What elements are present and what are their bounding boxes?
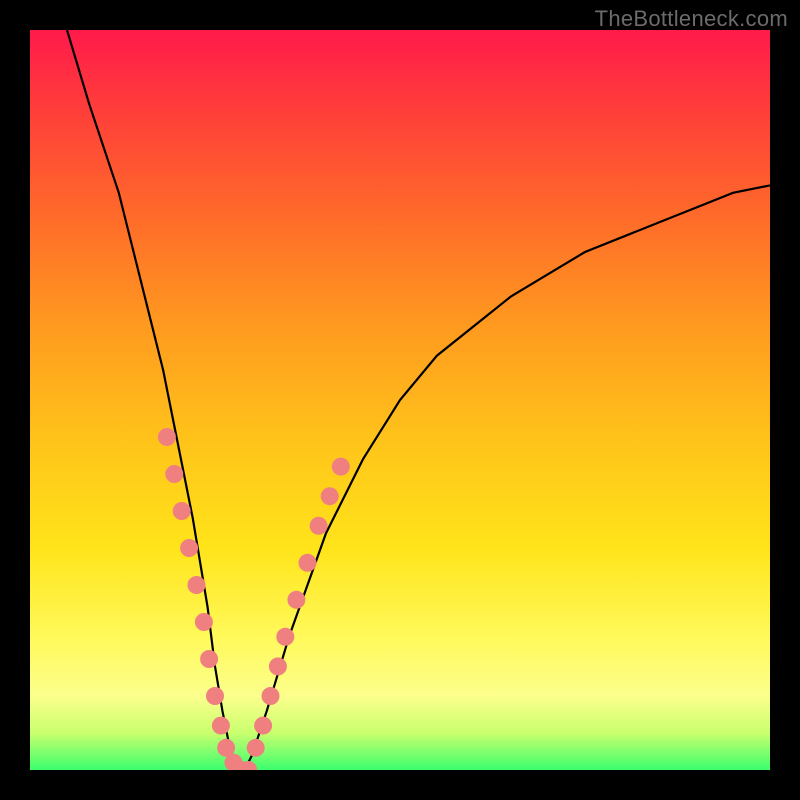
watermark-text: TheBottleneck.com: [595, 6, 788, 32]
data-point: [212, 717, 230, 735]
data-point: [165, 465, 183, 483]
data-point: [287, 591, 305, 609]
data-point: [276, 628, 294, 646]
data-point: [188, 576, 206, 594]
data-point: [206, 687, 224, 705]
data-point: [158, 428, 176, 446]
chart-frame: TheBottleneck.com: [0, 0, 800, 800]
data-point: [321, 487, 339, 505]
data-point: [173, 502, 191, 520]
data-point: [269, 657, 287, 675]
data-point: [262, 687, 280, 705]
data-point: [310, 517, 328, 535]
data-point: [247, 739, 265, 757]
data-point: [254, 717, 272, 735]
data-point: [299, 554, 317, 572]
data-point: [180, 539, 198, 557]
data-point: [332, 458, 350, 476]
bottleneck-curve: [67, 30, 770, 770]
curve-svg: [30, 30, 770, 770]
plot-area: [30, 30, 770, 770]
data-point: [200, 650, 218, 668]
data-point: [195, 613, 213, 631]
dots-group: [158, 428, 350, 770]
